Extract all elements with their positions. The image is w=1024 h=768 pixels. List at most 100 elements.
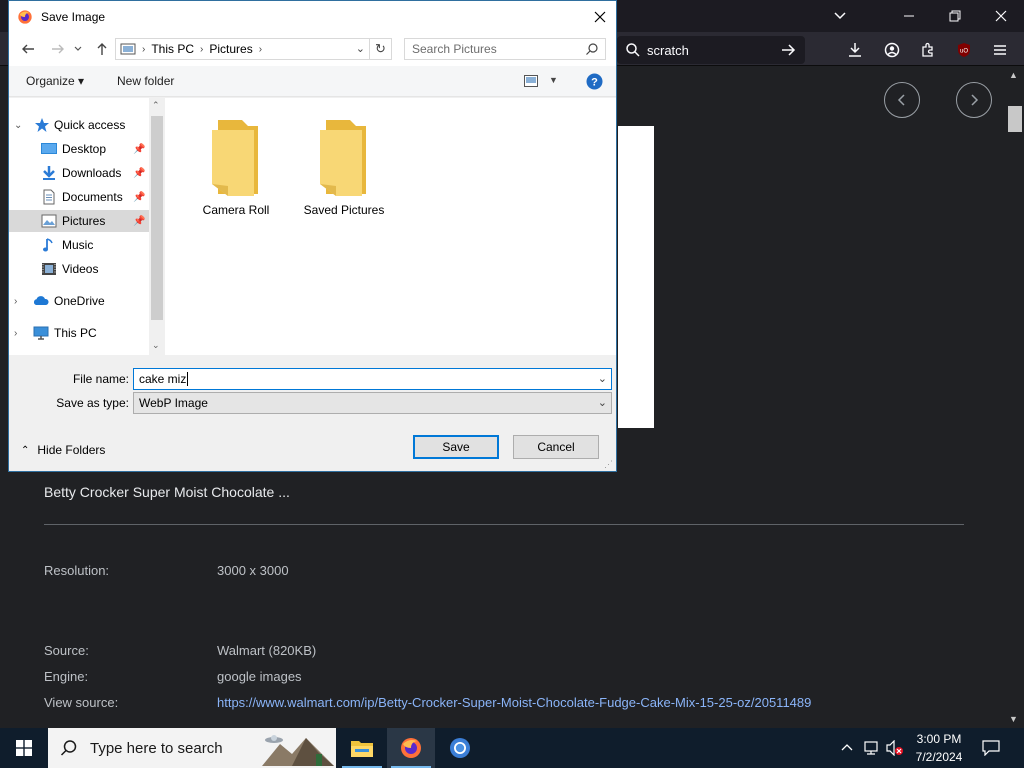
scroll-down-arrow-icon[interactable]: ⌄ xyxy=(152,340,160,351)
nav-item-quick-access[interactable]: ⌄ Quick access xyxy=(9,114,149,136)
show-hidden-icons-button[interactable] xyxy=(838,728,856,768)
arrow-right-icon xyxy=(782,44,796,56)
navigation-pane-scrollbar-thumb[interactable] xyxy=(151,116,163,320)
collapsed-chevron-icon[interactable]: › xyxy=(14,328,24,339)
next-image-button[interactable] xyxy=(956,82,992,118)
file-name-input[interactable]: cake miz ⌄ xyxy=(133,368,612,390)
dialog-title: Save Image xyxy=(41,9,106,24)
puzzle-icon xyxy=(922,42,933,57)
image-preview[interactable] xyxy=(618,126,654,428)
save-button[interactable]: Save xyxy=(413,435,499,459)
text-caret xyxy=(187,372,189,386)
chrome-icon xyxy=(450,738,470,758)
view-dropdown-icon[interactable]: ▼ xyxy=(549,75,558,85)
save-as-type-select[interactable]: WebP Image ⌄ xyxy=(133,392,612,414)
account-button[interactable] xyxy=(879,37,905,63)
resize-grip-icon[interactable]: ⋰ xyxy=(604,459,614,469)
nav-label: This PC xyxy=(54,326,97,340)
dialog-command-bar: Organize ▾ New folder ▼ ? xyxy=(9,66,616,97)
chevron-up-icon: ⌃ xyxy=(21,444,30,456)
help-button[interactable]: ? xyxy=(586,73,603,93)
pin-icon: 📌 xyxy=(133,167,146,179)
clock-time: 3:00 PM xyxy=(916,732,962,746)
dialog-search-input[interactable]: Search Pictures xyxy=(404,38,606,60)
nav-item-onedrive[interactable]: › OneDrive xyxy=(9,290,149,312)
source-label: Source: xyxy=(44,643,89,658)
change-view-button[interactable] xyxy=(524,75,538,90)
folder-item-camera-roll[interactable]: Camera Roll xyxy=(186,116,286,226)
recent-locations-button[interactable] xyxy=(71,38,85,60)
nav-item-videos[interactable]: Videos xyxy=(9,258,149,280)
file-name-label: File name: xyxy=(72,372,129,386)
view-source-link[interactable]: https://www.walmart.com/ip/Betty-Crocker… xyxy=(217,695,811,710)
menu-button[interactable] xyxy=(987,37,1013,63)
hamburger-icon xyxy=(994,45,1006,55)
close-window-button[interactable] xyxy=(978,0,1024,32)
music-icon xyxy=(43,238,53,252)
view-options-icon xyxy=(524,75,538,87)
list-tabs-button[interactable] xyxy=(817,0,863,32)
expanded-chevron-icon[interactable]: ⌄ xyxy=(14,120,24,131)
previous-image-button[interactable] xyxy=(884,82,920,118)
refresh-button[interactable]: ↻ xyxy=(369,39,391,59)
scroll-down-arrow-icon[interactable]: ▼ xyxy=(1009,714,1018,724)
network-icon xyxy=(864,741,878,755)
cancel-button[interactable]: Cancel xyxy=(513,435,599,459)
chevron-up-icon xyxy=(841,744,853,751)
taskbar-search-box[interactable]: Type here to search xyxy=(48,728,336,768)
action-center-button[interactable] xyxy=(976,728,1006,768)
network-button[interactable] xyxy=(860,728,882,768)
resolution-label: Resolution: xyxy=(44,563,110,578)
address-bar[interactable]: › This PC › Pictures › ⌄ ↻ xyxy=(115,38,392,60)
dialog-navigation-bar: › This PC › Pictures › ⌄ ↻ Search Pictur… xyxy=(9,32,616,66)
minimize-button[interactable] xyxy=(886,0,932,32)
chevron-down-icon xyxy=(834,12,846,20)
up-folder-button[interactable] xyxy=(91,38,113,60)
scroll-up-arrow-icon[interactable]: ⌃ xyxy=(152,100,160,111)
volume-button[interactable] xyxy=(884,728,906,768)
nav-item-downloads[interactable]: Downloads 📌 xyxy=(9,162,149,184)
nav-item-this-pc[interactable]: › This PC xyxy=(9,322,149,344)
nav-item-music[interactable]: Music xyxy=(9,234,149,256)
volume-muted-icon xyxy=(886,740,903,756)
dialog-close-button[interactable] xyxy=(584,1,616,32)
nav-item-desktop[interactable]: Desktop 📌 xyxy=(9,138,149,160)
restore-button[interactable] xyxy=(932,0,978,32)
taskbar-file-explorer[interactable] xyxy=(338,728,386,768)
taskbar-firefox[interactable] xyxy=(387,728,435,768)
hide-folders-button[interactable]: ⌃ Hide Folders xyxy=(21,443,105,457)
download-icon xyxy=(849,43,861,57)
folder-item-saved-pictures[interactable]: Saved Pictures xyxy=(294,116,394,226)
image-title: Betty Crocker Super Moist Chocolate ... xyxy=(44,484,290,500)
scroll-up-arrow-icon[interactable]: ▲ xyxy=(1009,70,1018,80)
taskbar-chrome[interactable] xyxy=(436,728,484,768)
go-button[interactable] xyxy=(775,37,801,63)
file-name-value: cake miz xyxy=(139,372,187,386)
back-button[interactable] xyxy=(17,38,39,60)
address-history-dropdown-icon[interactable]: ⌄ xyxy=(356,42,365,55)
forward-button[interactable] xyxy=(47,38,69,60)
ublock-button[interactable]: uO xyxy=(951,37,977,63)
clock[interactable]: 3:00 PM 7/2/2024 xyxy=(908,728,970,768)
page-scrollbar[interactable] xyxy=(1006,66,1024,728)
chevron-left-icon xyxy=(897,94,905,106)
navigation-pane-scrollbar[interactable]: ⌃ ⌄ xyxy=(149,98,165,355)
page-scrollbar-thumb[interactable] xyxy=(1008,106,1022,132)
engine-value: google images xyxy=(217,669,302,684)
nav-label: Desktop xyxy=(62,142,107,156)
nav-label: OneDrive xyxy=(54,294,105,308)
taskbar-search-placeholder: Type here to search xyxy=(90,739,223,757)
save-as-type-value: WebP Image xyxy=(139,396,208,410)
organize-button[interactable]: Organize ▾ xyxy=(26,74,84,88)
collapsed-chevron-icon[interactable]: › xyxy=(14,296,24,307)
nav-item-pictures[interactable]: Pictures 📌 xyxy=(9,210,149,232)
star-icon xyxy=(35,118,49,132)
downloads-button[interactable] xyxy=(842,37,868,63)
extensions-button[interactable] xyxy=(915,37,941,63)
nav-item-documents[interactable]: Documents 📌 xyxy=(9,186,149,208)
new-folder-button[interactable]: New folder xyxy=(117,74,174,88)
file-name-dropdown-icon[interactable]: ⌄ xyxy=(598,372,607,385)
start-button[interactable] xyxy=(0,728,48,768)
breadcrumb-this-pc[interactable]: This PC xyxy=(151,42,194,56)
breadcrumb-pictures[interactable]: Pictures xyxy=(209,42,252,56)
